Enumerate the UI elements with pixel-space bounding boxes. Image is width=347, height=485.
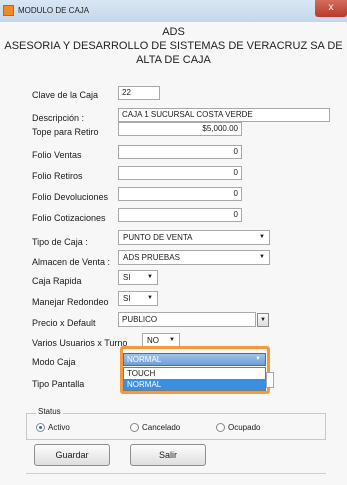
almacen-label: Almacen de Venta : <box>32 257 111 267</box>
company-short-name: ADS <box>162 26 185 38</box>
folio-retiros-input[interactable]: 0 <box>118 166 242 180</box>
window-title: MODULO DE CAJA <box>18 6 90 15</box>
folio-devoluciones-input[interactable]: 0 <box>118 187 242 201</box>
close-button[interactable]: x <box>315 0 347 17</box>
radio-selected-icon <box>36 423 45 433</box>
radio-cancelado-label: Cancelado <box>142 423 181 432</box>
almacen-select[interactable]: ADS PRUEBAS ▼ <box>118 250 270 265</box>
clave-input[interactable]: 22 <box>118 86 160 100</box>
almacen-value: ADS PRUEBAS <box>123 253 180 262</box>
caja-rapida-select[interactable]: SI ▼ <box>118 270 158 285</box>
modo-caja-label: Modo Caja <box>32 357 76 367</box>
divider <box>26 473 326 474</box>
radio-icon <box>216 423 225 433</box>
tipo-caja-label: Tipo de Caja : <box>32 237 88 247</box>
folio-ventas-input[interactable]: 0 <box>118 145 242 159</box>
caja-rapida-label: Caja Rapida <box>32 276 82 286</box>
tipo-caja-select[interactable]: PUNTO DE VENTA ▼ <box>118 230 270 245</box>
folio-cotizaciones-label: Folio Cotizaciones <box>32 213 106 223</box>
guardar-button[interactable]: Guardar <box>34 444 110 466</box>
folio-cotizaciones-input[interactable]: 0 <box>118 208 242 222</box>
caja-rapida-value: SI <box>123 273 131 282</box>
redondeo-select[interactable]: SI ▼ <box>118 291 158 306</box>
descripcion-input[interactable]: CAJA 1 SUCURSAL COSTA VERDE <box>118 108 330 122</box>
chevron-down-icon: ▼ <box>147 295 153 301</box>
title-bar: MODULO DE CAJA x <box>0 0 347 22</box>
chevron-down-icon: ▼ <box>147 274 153 280</box>
tope-input[interactable]: $5,000.00 <box>118 122 242 136</box>
company-full-name: ASESORIA Y DESARROLLO DE SISTEMAS DE VER… <box>4 40 343 52</box>
radio-ocupado[interactable]: Ocupado <box>216 423 261 433</box>
folio-devoluciones-label: Folio Devoluciones <box>32 192 109 202</box>
redondeo-value: SI <box>123 294 131 303</box>
precio-label: Precio x Default <box>32 318 96 328</box>
radio-activo[interactable]: Activo <box>36 423 70 433</box>
precio-select[interactable]: PUBLICO <box>118 312 256 327</box>
folio-ventas-label: Folio Ventas <box>32 150 82 160</box>
status-legend: Status <box>36 407 63 416</box>
tope-label: Tope para Retiro <box>32 127 99 137</box>
tipo-pantalla-label: Tipo Pantalla <box>32 379 85 389</box>
clave-label: Clave de la Caja <box>32 90 99 100</box>
tipo-caja-value: PUNTO DE VENTA <box>123 233 193 242</box>
radio-cancelado[interactable]: Cancelado <box>130 423 181 433</box>
radio-icon <box>130 423 139 433</box>
tipo-pantalla-select[interactable] <box>266 372 274 388</box>
chevron-down-icon: ▼ <box>259 254 265 260</box>
folio-retiros-label: Folio Retiros <box>32 171 83 181</box>
highlight-frame <box>120 346 270 394</box>
radio-activo-label: Activo <box>48 423 70 432</box>
chevron-down-icon: ▼ <box>259 234 265 240</box>
redondeo-label: Manejar Redondeo <box>32 297 109 307</box>
varios-value: NO <box>147 336 159 345</box>
form-title: ALTA DE CAJA <box>136 54 211 66</box>
radio-ocupado-label: Ocupado <box>228 423 261 432</box>
chevron-down-icon[interactable]: ▼ <box>257 313 269 327</box>
salir-button[interactable]: Salir <box>130 444 206 466</box>
varios-label: Varios Usuarios x Turno <box>32 338 128 348</box>
descripcion-label: Descripción : <box>32 113 85 123</box>
app-icon <box>3 5 14 16</box>
